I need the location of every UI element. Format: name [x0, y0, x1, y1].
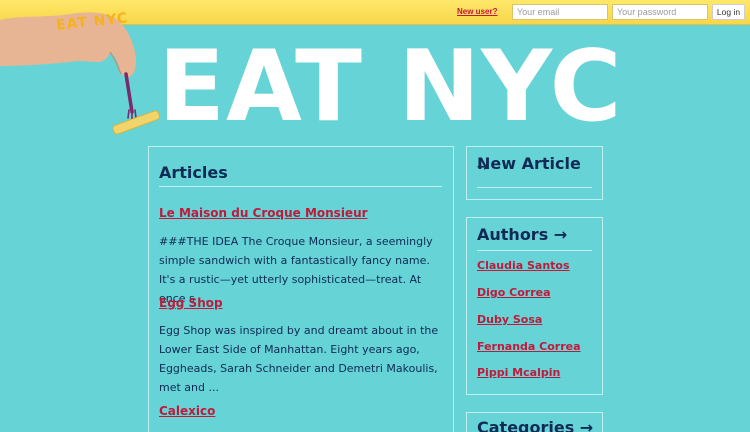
article-excerpt: Egg Shop was inspired by and dreamt abou…: [159, 324, 439, 394]
article-title-link[interactable]: Le Maison du Croque Monsieur: [159, 206, 368, 220]
article-title-link[interactable]: Egg Shop: [159, 296, 223, 310]
divider: [159, 186, 442, 187]
hero-title: EAT NYC: [158, 30, 623, 144]
authors-heading[interactable]: Authors →: [477, 225, 567, 244]
articles-heading: Articles: [159, 163, 228, 182]
categories-box: Categories →: [466, 412, 603, 432]
email-field[interactable]: [512, 4, 608, 20]
divider: [477, 250, 592, 251]
categories-heading[interactable]: Categories →: [477, 418, 593, 432]
new-article-box[interactable]: New Article →: [466, 146, 603, 200]
author-link[interactable]: Fernanda Correa: [477, 340, 581, 353]
author-link[interactable]: Digo Correa: [477, 286, 551, 299]
login-button[interactable]: Log in: [712, 4, 745, 20]
author-link[interactable]: Duby Sosa: [477, 313, 542, 326]
divider: [477, 187, 592, 188]
password-field[interactable]: [612, 4, 708, 20]
author-link[interactable]: Pippi Mcalpin: [477, 366, 560, 379]
arrow-right-icon: →: [477, 160, 488, 175]
new-user-link[interactable]: New user?: [457, 7, 497, 16]
new-article-heading[interactable]: New Article: [477, 154, 581, 173]
authors-box: Authors → Claudia Santos Digo Correa Dub…: [466, 217, 603, 395]
articles-panel: Articles Le Maison du Croque Monsieur ##…: [148, 146, 454, 432]
author-link[interactable]: Claudia Santos: [477, 259, 570, 272]
article-title-link[interactable]: Calexico: [159, 404, 215, 418]
